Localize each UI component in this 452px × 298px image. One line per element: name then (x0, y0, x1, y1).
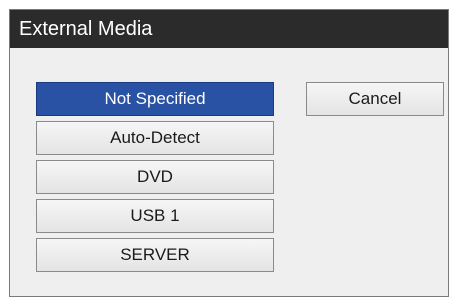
option-usb1-button[interactable]: USB 1 (36, 199, 274, 233)
dialog-title: External Media (10, 10, 448, 48)
option-not-specified-button[interactable]: Not Specified (36, 82, 274, 116)
option-server-button[interactable]: SERVER (36, 238, 274, 272)
option-auto-detect-button[interactable]: Auto-Detect (36, 121, 274, 155)
cancel-button[interactable]: Cancel (306, 82, 444, 116)
external-media-dialog: External Media Not Specified Auto-Detect… (9, 9, 449, 297)
option-dvd-button[interactable]: DVD (36, 160, 274, 194)
